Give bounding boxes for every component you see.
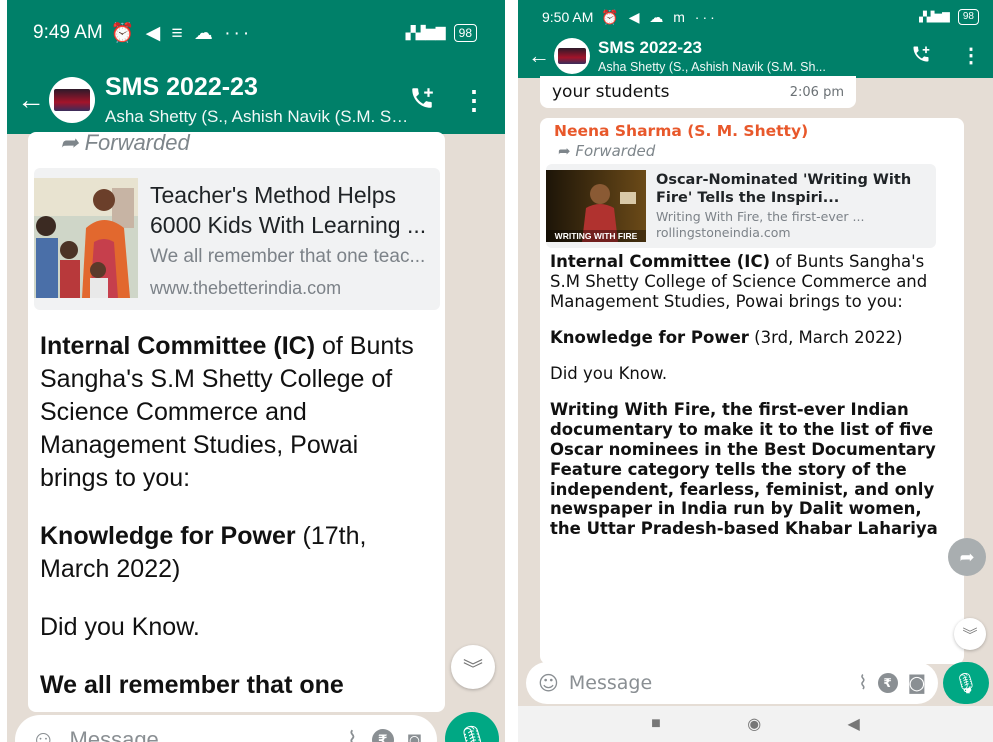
attach-icon[interactable]: ⌇ — [858, 672, 867, 694]
right-phone-screen: 9:50 AM ⏰ ◀ ☁ m ··· ▞▟▆▇ 98 ← SMS 2022-2… — [518, 0, 993, 742]
message-input[interactable]: Message — [569, 672, 848, 694]
chat-header: ← SMS 2022-23 Asha Shetty (S., Ashish Na… — [518, 34, 993, 78]
chat-title-block[interactable]: SMS 2022-23 Asha Shetty (S., Ashish Navi… — [105, 73, 409, 127]
mic-icon: 🎙 — [455, 723, 489, 742]
mic-button[interactable]: 🎙 — [943, 662, 989, 704]
link-title: Oscar-Nominated 'Writing With Fire' Tell… — [656, 172, 912, 206]
add-call-icon[interactable] — [409, 85, 435, 116]
forward-button[interactable]: ➦ — [948, 538, 986, 576]
add-call-icon[interactable] — [911, 44, 931, 69]
battery-icon: 98 — [453, 24, 477, 42]
link-thumbnail — [34, 178, 138, 298]
link-description: We all remember that one teac... — [150, 246, 426, 267]
link-title: Teacher's Method Helps 6000 Kids With Le… — [150, 182, 427, 238]
left-phone-screen: 9:49 AM ⏰ ◀ ≡ ☁ ··· ▞▟▆▇ 98 ← SMS 2022-2… — [7, 0, 505, 742]
link-preview[interactable]: Teacher's Method Helps 6000 Kids With Le… — [34, 168, 440, 310]
message-text: Internal Committee (IC) of Bunts Sangha'… — [550, 252, 954, 539]
group-name: SMS 2022-23 — [598, 38, 702, 57]
forwarded-label: ➦ Forwarded — [60, 130, 190, 155]
recents-icon[interactable]: ■ — [651, 715, 661, 733]
status-time: 9:49 AM — [33, 22, 103, 43]
status-bar: 9:50 AM ⏰ ◀ ☁ m ··· ▞▟▆▇ 98 — [518, 0, 993, 34]
group-members: Asha Shetty (S., Ashish Navik (S.M. Sh..… — [105, 107, 409, 126]
group-members: Asha Shetty (S., Ashish Navik (S.M. Sh..… — [598, 60, 826, 74]
link-thumbnail: WRITING WITH FIRE — [546, 170, 646, 242]
link-url: rollingstoneindia.com — [656, 225, 791, 240]
double-chevron-down-icon: ︾ — [463, 658, 483, 681]
payment-icon[interactable]: ₹ — [371, 729, 394, 742]
emoji-icon[interactable]: ☺ — [538, 671, 559, 695]
previous-message-text: your students — [552, 82, 670, 102]
notification-icons: ⏰ ◀ ≡ ☁ ··· — [110, 23, 253, 44]
group-avatar[interactable] — [554, 38, 590, 74]
forwarded-label: ➦ Forwarded — [558, 142, 656, 160]
signal-icon: ▞▟▆▇ — [919, 11, 950, 23]
scroll-down-button[interactable]: ︾ — [954, 618, 986, 650]
message-composer[interactable]: ☺ Message ⌇ ₹ ◙ — [15, 715, 437, 742]
chat-header: ← SMS 2022-23 Asha Shetty (S., Ashish Na… — [7, 66, 505, 134]
system-nav-bar: ■ ◉ ◀ — [518, 706, 993, 742]
sender-name[interactable]: Neena Sharma (S. M. Shetty) — [550, 118, 954, 140]
back-icon[interactable]: ◀ — [848, 714, 860, 734]
previous-message-bubble[interactable]: your students 2:06 pm — [540, 76, 856, 108]
thumbnail-caption: WRITING WITH FIRE — [555, 231, 638, 241]
group-name: SMS 2022-23 — [105, 73, 258, 101]
link-preview[interactable]: WRITING WITH FIRE Oscar-Nominated 'Writi… — [546, 164, 936, 248]
signal-icon: ▞▟▆▇ — [405, 25, 446, 40]
link-description: Writing With Fire, the first-ever ... — [656, 209, 865, 224]
more-options-icon[interactable]: ⋮ — [961, 46, 981, 66]
message-bold-2: Knowledge for Power — [40, 522, 296, 550]
group-avatar[interactable] — [49, 77, 95, 123]
mic-icon: 🎙 — [953, 672, 979, 695]
payment-icon[interactable]: ₹ — [877, 673, 898, 693]
message-text-2: (3rd, March 2022) — [748, 327, 903, 347]
double-chevron-down-icon: ︾ — [962, 626, 978, 644]
scroll-down-button[interactable]: ︾ — [451, 645, 495, 689]
back-arrow-icon[interactable]: ← — [528, 45, 550, 67]
emoji-icon[interactable]: ☺ — [31, 726, 56, 742]
chat-title-block[interactable]: SMS 2022-23 Asha Shetty (S., Ashish Navi… — [598, 38, 911, 74]
back-arrow-icon[interactable]: ← — [17, 86, 45, 114]
status-bar: 9:49 AM ⏰ ◀ ≡ ☁ ··· ▞▟▆▇ 98 — [7, 0, 505, 66]
message-text-3: Did you Know. — [550, 364, 668, 384]
message-composer[interactable]: ☺ Message ⌇ ₹ ◙ — [526, 662, 938, 704]
message-bold-2: Knowledge for Power — [550, 327, 749, 347]
message-input[interactable]: Message — [70, 727, 333, 742]
status-time: 9:50 AM — [542, 9, 594, 25]
camera-icon[interactable]: ◙ — [408, 727, 421, 742]
message-bubble[interactable]: ➦ Forwarded Teacher's Method Helps 6000 … — [28, 132, 445, 712]
previous-message-time: 2:06 pm — [789, 84, 844, 100]
forward-arrow-icon: ➦ — [558, 142, 571, 160]
notification-icons: ⏰ ◀ ☁ m ··· — [601, 8, 718, 25]
forward-arrow-icon: ➦ — [60, 130, 79, 155]
message-text: Internal Committee (IC) of Bunts Sangha'… — [40, 330, 433, 702]
message-bold-1: Internal Committee (IC) — [550, 252, 771, 271]
message-bold-4: We all remember that one — [40, 671, 344, 699]
message-text-3: Did you Know. — [40, 613, 200, 641]
home-icon[interactable]: ◉ — [747, 714, 761, 734]
share-arrow-icon: ➦ — [959, 546, 975, 567]
message-bold-1: Internal Committee (IC) — [40, 332, 316, 360]
attach-icon[interactable]: ⌇ — [347, 727, 358, 742]
more-options-icon[interactable]: ⋮ — [461, 87, 487, 113]
message-bubble[interactable]: Neena Sharma (S. M. Shetty) ➦ Forwarded … — [540, 118, 964, 664]
battery-icon: 98 — [957, 9, 979, 25]
camera-icon[interactable]: ◙ — [908, 672, 926, 694]
link-url: www.thebetterindia.com — [150, 278, 342, 298]
message-bold-4: Writing With Fire, the first-ever Indian… — [550, 400, 938, 539]
